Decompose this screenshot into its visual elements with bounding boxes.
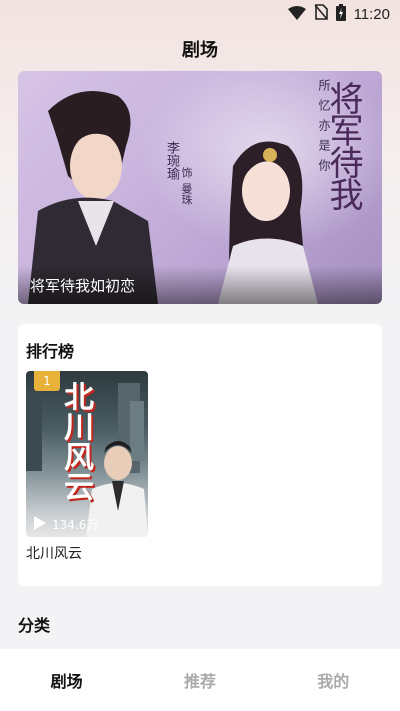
tab-recommend[interactable]: 推荐 (155, 668, 245, 692)
ranking-item[interactable]: 1 北川风云 134.6万 北川风云 (26, 371, 148, 563)
bottom-nav: 剧场 推荐 我的 (0, 649, 400, 711)
page-title: 剧场 (182, 40, 218, 61)
actor-role-prefix: 饰 (180, 167, 193, 178)
play-count: 134.6万 (52, 518, 99, 532)
featured-banner[interactable]: 将军待我 所忆亦是你 李琬瑜 饰 曼珠 将军待我如初恋 (18, 71, 382, 304)
play-icon (34, 516, 46, 533)
rank-badge: 1 (34, 371, 60, 391)
battery-icon (335, 3, 346, 25)
tab-theater[interactable]: 剧场 (22, 668, 112, 692)
poster-tagline: 所忆亦是你 (317, 79, 331, 179)
actor-role: 曼珠 (180, 183, 193, 205)
cover-title: 北川风云 (58, 381, 93, 501)
ranking-title: 排行榜 (26, 342, 75, 361)
status-bar: 11:20 (0, 0, 400, 28)
status-icons: 11:20 (287, 3, 390, 25)
banner-caption: 将军待我如初恋 (30, 277, 136, 295)
ranking-card: 排行榜 1 北川风云 134.6万 北川风云 (18, 324, 382, 586)
drama-cover[interactable]: 1 北川风云 134.6万 (26, 371, 148, 537)
no-sim-icon (313, 4, 328, 24)
play-count-row: 134.6万 (34, 516, 98, 533)
categories-title: 分类 (18, 616, 51, 635)
drama-name[interactable]: 北川风云 (26, 543, 148, 563)
wifi-icon (287, 5, 306, 24)
status-time: 11:20 (353, 5, 390, 23)
tab-mine[interactable]: 我的 (288, 668, 378, 692)
